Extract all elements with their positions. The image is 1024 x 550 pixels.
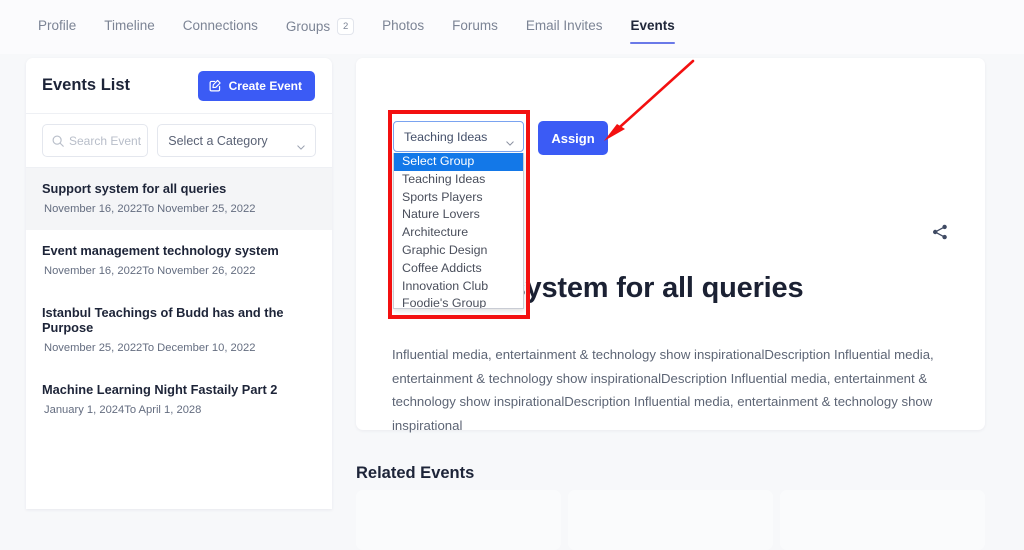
event-name: Support system for all queries	[42, 181, 227, 196]
tab-label: Email Invites	[525, 18, 603, 33]
tab-label: Events	[630, 18, 675, 33]
group-option-foodies-group[interactable]: Foodie's Group	[394, 295, 523, 308]
related-events-title: Related Events	[356, 464, 475, 482]
tab-label: Forums	[452, 18, 498, 33]
group-option-teaching-ideas[interactable]: Teaching Ideas	[394, 171, 523, 189]
tab-label: Profile	[38, 18, 77, 33]
group-option-architecture[interactable]: Architecture	[394, 224, 523, 242]
related-event-card[interactable]	[780, 490, 985, 550]
assign-group-row: Teaching Ideas Select Group Teaching Ide…	[393, 121, 608, 309]
event-name: Event management technology system	[42, 243, 279, 258]
active-tab-underline	[630, 41, 675, 44]
group-option-innovation-club[interactable]: Innovation Club	[394, 278, 523, 296]
related-event-card[interactable]	[568, 490, 773, 550]
events-list: Support system for all queries November …	[26, 168, 332, 431]
edit-square-icon	[209, 79, 222, 92]
events-filters-row: Select a Category	[26, 114, 332, 168]
group-select-shell: Teaching Ideas Select Group Teaching Ide…	[393, 121, 524, 309]
tab-label: Connections	[182, 18, 258, 33]
tab-forums[interactable]: Forums	[438, 18, 512, 48]
page-title: Events List	[42, 76, 131, 94]
tab-photos[interactable]: Photos	[368, 18, 438, 48]
profile-nav-tabbar: Profile Timeline Connections Groups 2 Ph…	[0, 0, 1024, 54]
event-dates: November 16, 2022To November 25, 2022	[44, 203, 256, 215]
list-item[interactable]: Event management technology system Novem…	[26, 230, 332, 292]
groups-count-badge: 2	[337, 18, 355, 35]
related-event-card[interactable]	[356, 490, 561, 550]
tab-label: Photos	[382, 18, 425, 33]
group-option-coffee-addicts[interactable]: Coffee Addicts	[394, 260, 523, 278]
create-event-label: Create Event	[228, 78, 302, 93]
tab-email-invites[interactable]: Email Invites	[512, 18, 617, 48]
tab-groups[interactable]: Groups 2	[272, 18, 368, 49]
list-item[interactable]: Istanbul Teachings of Budd has and the P…	[26, 292, 332, 369]
assign-button[interactable]: Assign	[538, 121, 608, 155]
list-item[interactable]: Support system for all queries November …	[26, 168, 332, 230]
group-option-graphic-design[interactable]: Graphic Design	[394, 242, 523, 260]
event-dates: January 1, 2024To April 1, 2028	[44, 404, 202, 416]
category-select-value: Select a Category	[168, 133, 268, 148]
group-select[interactable]: Teaching Ideas	[393, 121, 524, 152]
tab-timeline[interactable]: Timeline	[90, 18, 169, 48]
group-option-sports-players[interactable]: Sports Players	[394, 189, 523, 207]
chevron-down-icon	[506, 135, 514, 146]
event-name: Istanbul Teachings of Budd has and the P…	[42, 305, 284, 335]
event-dates: November 25, 2022To December 10, 2022	[44, 342, 256, 354]
events-list-panel: Events List Create Event Select a Catego	[26, 58, 332, 509]
tab-events[interactable]: Events	[616, 18, 688, 48]
group-select-value: Teaching Ideas	[404, 129, 488, 144]
events-list-header: Events List Create Event	[26, 58, 332, 114]
event-name: Machine Learning Night Fastaily Part 2	[42, 382, 278, 397]
tab-connections[interactable]: Connections	[169, 18, 272, 48]
tab-label: Groups	[285, 18, 331, 34]
list-item[interactable]: Machine Learning Night Fastaily Part 2 J…	[26, 369, 332, 431]
event-dates: November 16, 2022To November 26, 2022	[44, 265, 256, 277]
tab-profile[interactable]: Profile	[24, 18, 90, 48]
group-option-select-group[interactable]: Select Group	[394, 153, 523, 171]
group-select-options-list[interactable]: Select Group Teaching Ideas Sports Playe…	[393, 153, 524, 309]
tab-label: Timeline	[104, 18, 155, 33]
search-input[interactable]	[69, 133, 148, 148]
search-event-box[interactable]	[42, 124, 149, 157]
category-select[interactable]: Select a Category	[157, 124, 316, 157]
search-icon	[51, 134, 65, 148]
share-icon[interactable]	[931, 223, 949, 241]
chevron-down-icon	[297, 139, 305, 150]
create-event-button[interactable]: Create Event	[197, 70, 315, 101]
event-detail-description: Influential media, entertainment & techn…	[392, 347, 934, 433]
group-option-nature-lovers[interactable]: Nature Lovers	[394, 206, 523, 224]
